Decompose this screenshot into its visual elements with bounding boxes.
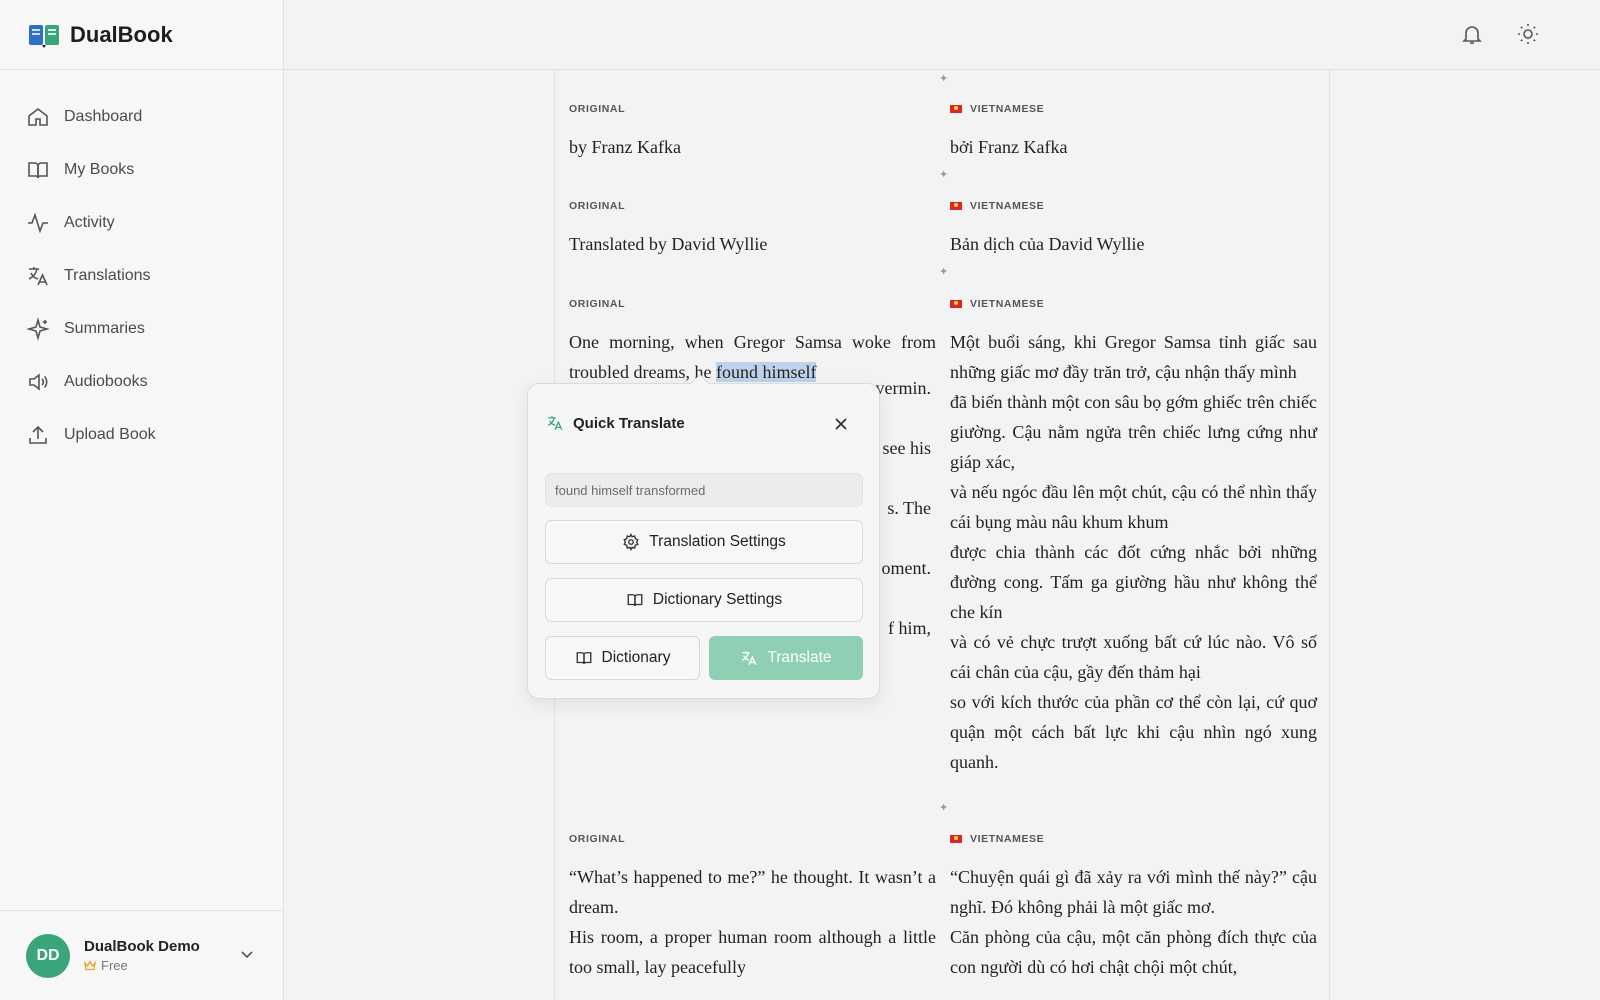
paragraph-separator-icon: ✦: [939, 169, 949, 181]
vietnam-flag-icon: [950, 300, 962, 308]
user-plan-label: Free: [101, 958, 128, 973]
original-text[interactable]: “What’s happened to me?” he thought. It …: [569, 862, 936, 982]
close-icon[interactable]: [833, 416, 849, 432]
vietnamese-text[interactable]: Bản dịch của David Wyllie: [950, 229, 1317, 259]
sidebar-item-label: Summaries: [64, 319, 145, 337]
translation-settings-button[interactable]: Translation Settings: [545, 520, 863, 564]
sidebar-item-upload-book[interactable]: Upload Book: [0, 408, 283, 461]
selected-text-highlight[interactable]: found himself: [715, 362, 817, 382]
book-icon: [575, 649, 593, 667]
dictionary-settings-label: Dictionary Settings: [652, 591, 783, 608]
top-bar: [284, 0, 1600, 70]
vietnamese-column: VIETNAMESE Bản dịch của David Wyllie: [950, 199, 1317, 259]
paragraph-separator-icon: ✦: [939, 73, 949, 85]
sidebar-item-label: My Books: [64, 160, 135, 178]
sidebar: DualBook Dashboard My Books Activity Tra…: [0, 0, 284, 1000]
popover-header: Quick Translate: [546, 414, 685, 432]
crown-icon: [84, 960, 96, 971]
vietnamese-label: VIETNAMESE: [950, 832, 1317, 846]
app-name: DualBook: [70, 21, 173, 47]
dualbook-logo-icon: [29, 24, 59, 48]
vietnamese-line: và có vẻ chực trượt xuống bất cứ lúc nào…: [950, 632, 1317, 682]
sidebar-item-activity[interactable]: Activity: [0, 196, 283, 249]
vietnamese-line: “Chuyện quái gì đã xảy ra với mình thế n…: [950, 867, 1317, 917]
paragraph-separator-icon: ✦: [939, 802, 949, 814]
chevron-down-icon[interactable]: [240, 947, 254, 965]
vietnamese-line: và nếu ngóc đầu lên một chút, cậu có thể…: [950, 482, 1317, 532]
sidebar-item-translations[interactable]: Translations: [0, 249, 283, 302]
original-column: ORIGINAL Translated by David Wyllie: [569, 199, 936, 259]
vietnamese-label: VIETNAMESE: [950, 199, 1317, 213]
vietnamese-line: đã biến thành một con sâu bọ gớm ghiếc t…: [950, 392, 1317, 472]
vietnam-flag-icon: [950, 835, 962, 843]
quick-translate-popover: Quick Translate Translation Settings Dic…: [527, 374, 880, 699]
original-text[interactable]: Translated by David Wyllie: [569, 229, 936, 259]
home-icon: [26, 105, 50, 129]
brand[interactable]: DualBook: [0, 0, 283, 70]
sidebar-item-audiobooks[interactable]: Audiobooks: [0, 355, 283, 408]
sidebar-item-my-books[interactable]: My Books: [0, 143, 283, 196]
dictionary-button[interactable]: Dictionary: [545, 636, 700, 680]
original-column: ORIGINAL by Franz Kafka: [569, 102, 936, 162]
original-text[interactable]: by Franz Kafka: [569, 132, 936, 162]
gear-icon: [622, 533, 640, 551]
translate-button[interactable]: Translate: [709, 636, 863, 680]
vietnamese-label: VIETNAMESE: [950, 102, 1317, 116]
original-line: His room, a proper human room although a…: [569, 927, 936, 977]
sidebar-item-label: Translations: [64, 266, 151, 284]
vietnamese-line: so với kích thước của phần cơ thể còn lạ…: [950, 692, 1317, 772]
bell-icon[interactable]: [1460, 22, 1484, 46]
avatar: DD: [26, 933, 70, 978]
paragraph-separator-icon: ✦: [939, 266, 949, 278]
dictionary-settings-button[interactable]: Dictionary Settings: [545, 578, 863, 622]
sidebar-item-label: Audiobooks: [64, 372, 148, 390]
book-icon: [626, 591, 644, 609]
original-column: ORIGINAL “What’s happened to me?” he tho…: [569, 832, 936, 982]
sidebar-item-summaries[interactable]: Summaries: [0, 302, 283, 355]
vietnamese-column: VIETNAMESE Một buổi sáng, khi Gregor Sam…: [950, 297, 1317, 777]
translate-icon: [740, 649, 758, 667]
vietnamese-column: VIETNAMESE “Chuyện quái gì đã xảy ra với…: [950, 832, 1317, 982]
vietnamese-line: Căn phòng của cậu, một căn phòng đích th…: [950, 927, 1317, 977]
vietnamese-text[interactable]: Một buổi sáng, khi Gregor Samsa tỉnh giấ…: [950, 327, 1317, 777]
popover-title: Quick Translate: [573, 414, 685, 432]
upload-icon: [26, 423, 50, 447]
original-label: ORIGINAL: [569, 200, 626, 212]
dictionary-label: Dictionary: [601, 649, 671, 666]
translate-icon: [26, 264, 50, 288]
sidebar-item-label: Dashboard: [64, 107, 143, 125]
sun-theme-icon[interactable]: [1516, 22, 1540, 46]
selected-text-input[interactable]: [545, 473, 863, 507]
activity-icon: [26, 211, 50, 235]
vietnam-flag-icon: [950, 202, 962, 210]
user-plan: Free: [84, 958, 200, 973]
vietnamese-text[interactable]: “Chuyện quái gì đã xảy ra với mình thế n…: [950, 862, 1317, 982]
sparkles-icon: [26, 316, 50, 341]
sidebar-item-dashboard[interactable]: Dashboard: [0, 90, 283, 143]
app: DualBook Dashboard My Books Activity Tra…: [0, 0, 1600, 1000]
original-label: ORIGINAL: [569, 298, 626, 310]
sidebar-item-label: Activity: [64, 213, 115, 231]
vietnam-flag-icon: [950, 105, 962, 113]
vietnamese-line: được chia thành các đốt cứng nhắc bởi nh…: [950, 542, 1317, 622]
original-line: “What’s happened to me?” he thought. It …: [569, 867, 936, 917]
vietnamese-column: VIETNAMESE bởi Franz Kafka: [950, 102, 1317, 162]
user-info: DualBook Demo Free: [84, 938, 200, 973]
vietnamese-text[interactable]: bởi Franz Kafka: [950, 132, 1317, 162]
sidebar-nav: Dashboard My Books Activity Translations: [0, 70, 283, 461]
vietnamese-line: Một buổi sáng, khi Gregor Samsa tỉnh giấ…: [950, 332, 1317, 382]
speaker-icon: [26, 370, 50, 394]
translate-label: Translate: [767, 649, 832, 666]
book-icon: [26, 158, 50, 182]
user-name: DualBook Demo: [84, 938, 200, 955]
translation-settings-label: Translation Settings: [649, 533, 786, 550]
sidebar-item-label: Upload Book: [64, 425, 156, 443]
vietnamese-label: VIETNAMESE: [950, 297, 1317, 311]
original-label: ORIGINAL: [569, 833, 626, 845]
user-menu[interactable]: DD DualBook Demo Free: [0, 910, 284, 1000]
translate-icon: [546, 414, 564, 432]
original-label: ORIGINAL: [569, 103, 626, 115]
